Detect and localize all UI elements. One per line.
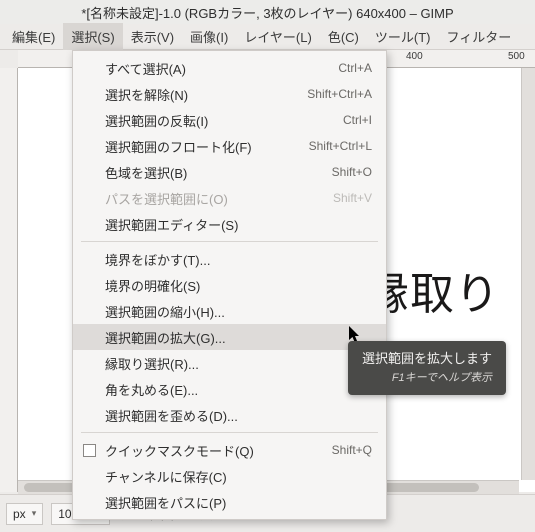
menu-item-label: 境界の明確化(S): [105, 276, 372, 295]
chevron-down-icon: ▾: [32, 508, 37, 519]
menu-tool[interactable]: ツール(T): [367, 23, 439, 50]
menu-item-shortcut: Shift+Ctrl+A: [307, 87, 372, 101]
ruler-vertical: [0, 68, 18, 492]
unit-selector[interactable]: px ▾: [6, 503, 43, 525]
menu-item-label: 選択範囲のフロート化(F): [105, 137, 309, 156]
menu-item-select-float[interactable]: 選択範囲のフロート化(F) Shift+Ctrl+L: [73, 133, 386, 159]
menu-item-label: パスを選択範囲に(O): [105, 189, 333, 208]
ruler-tick-500: 500: [508, 51, 525, 62]
menu-item-shortcut: Shift+V: [333, 191, 372, 205]
menu-item-select-none[interactable]: 選択を解除(N) Shift+Ctrl+A: [73, 81, 386, 107]
menu-item-rounded[interactable]: 角を丸める(E)...: [73, 376, 386, 402]
scrollbar-vertical[interactable]: [521, 68, 535, 480]
menu-item-label: 選択を解除(N): [105, 85, 307, 104]
menu-item-select-all[interactable]: すべて選択(A) Ctrl+A: [73, 55, 386, 81]
menu-item-label: 縁取り選択(R)...: [105, 354, 372, 373]
menu-layer[interactable]: レイヤー(L): [236, 23, 320, 50]
menu-item-label: 選択範囲の反転(I): [105, 111, 343, 130]
menu-item-by-color[interactable]: 色域を選択(B) Shift+O: [73, 159, 386, 185]
menu-item-label: チャンネルに保存(C): [105, 467, 372, 486]
menu-item-label: すべて選択(A): [105, 59, 338, 78]
ruler-tick-400: 400: [406, 51, 423, 62]
menu-item-from-path: パスを選択範囲に(O) Shift+V: [73, 185, 386, 211]
window-titlebar: *[名称未設定]-1.0 (RGBカラー, 3枚のレイヤー) 640x400 –…: [0, 0, 535, 24]
menu-item-to-path[interactable]: 選択範囲をパスに(P): [73, 489, 386, 515]
menu-item-quickmask[interactable]: クイックマスクモード(Q) Shift+Q: [73, 437, 386, 463]
menu-item-shortcut: Shift+Q: [332, 443, 372, 457]
menu-item-shortcut: Ctrl+A: [338, 61, 372, 75]
menu-edit[interactable]: 編集(E): [4, 23, 63, 50]
menubar: 編集(E) 選択(S) 表示(V) 画像(I) レイヤー(L) 色(C) ツール…: [0, 24, 535, 50]
menu-item-label: 選択範囲をパスに(P): [105, 493, 372, 512]
menu-item-save-to-channel[interactable]: チャンネルに保存(C): [73, 463, 386, 489]
menu-item-label: 角を丸める(E)...: [105, 380, 372, 399]
tooltip: 選択範囲を拡大します F1キーでヘルプ表示: [348, 341, 506, 395]
window-title: *[名称未設定]-1.0 (RGBカラー, 3枚のレイヤー) 640x400 –…: [81, 3, 453, 22]
menu-item-feather[interactable]: 境界をぼかす(T)...: [73, 246, 386, 272]
menu-item-select-invert[interactable]: 選択範囲の反転(I) Ctrl+I: [73, 107, 386, 133]
menu-item-label: 選択範囲の縮小(H)...: [105, 302, 372, 321]
select-menu-dropdown: すべて選択(A) Ctrl+A 選択を解除(N) Shift+Ctrl+A 選択…: [72, 50, 387, 520]
menu-item-distort[interactable]: 選択範囲を歪める(D)...: [73, 402, 386, 428]
menu-view[interactable]: 表示(V): [123, 23, 182, 50]
menu-item-shrink[interactable]: 選択範囲の縮小(H)...: [73, 298, 386, 324]
checkbox-icon: [83, 444, 96, 457]
tooltip-main: 選択範囲を拡大します: [362, 349, 492, 370]
menu-item-selection-editor[interactable]: 選択範囲エディター(S): [73, 211, 386, 237]
menu-item-sharpen[interactable]: 境界の明確化(S): [73, 272, 386, 298]
menu-item-label: 選択範囲の拡大(G)...: [105, 328, 372, 347]
menu-filter[interactable]: フィルター: [438, 23, 519, 50]
menu-item-label: 選択範囲エディター(S): [105, 215, 372, 234]
menu-item-label: クイックマスクモード(Q): [105, 441, 332, 460]
menu-item-label: 選択範囲を歪める(D)...: [105, 406, 372, 425]
menu-item-grow[interactable]: 選択範囲の拡大(G)...: [73, 324, 386, 350]
menu-item-border[interactable]: 縁取り選択(R)...: [73, 350, 386, 376]
menu-image[interactable]: 画像(I): [182, 23, 236, 50]
menu-item-shortcut: Shift+O: [332, 165, 372, 179]
menu-separator: [81, 432, 378, 433]
unit-value: px: [13, 507, 26, 521]
menu-item-shortcut: Ctrl+I: [343, 113, 372, 127]
tooltip-sub: F1キーでヘルプ表示: [362, 370, 492, 388]
menu-separator: [81, 241, 378, 242]
menu-item-shortcut: Shift+Ctrl+L: [309, 139, 372, 153]
menu-select[interactable]: 選択(S): [63, 23, 122, 50]
menu-color[interactable]: 色(C): [320, 23, 367, 50]
menu-item-label: 境界をぼかす(T)...: [105, 250, 372, 269]
menu-item-label: 色域を選択(B): [105, 163, 332, 182]
